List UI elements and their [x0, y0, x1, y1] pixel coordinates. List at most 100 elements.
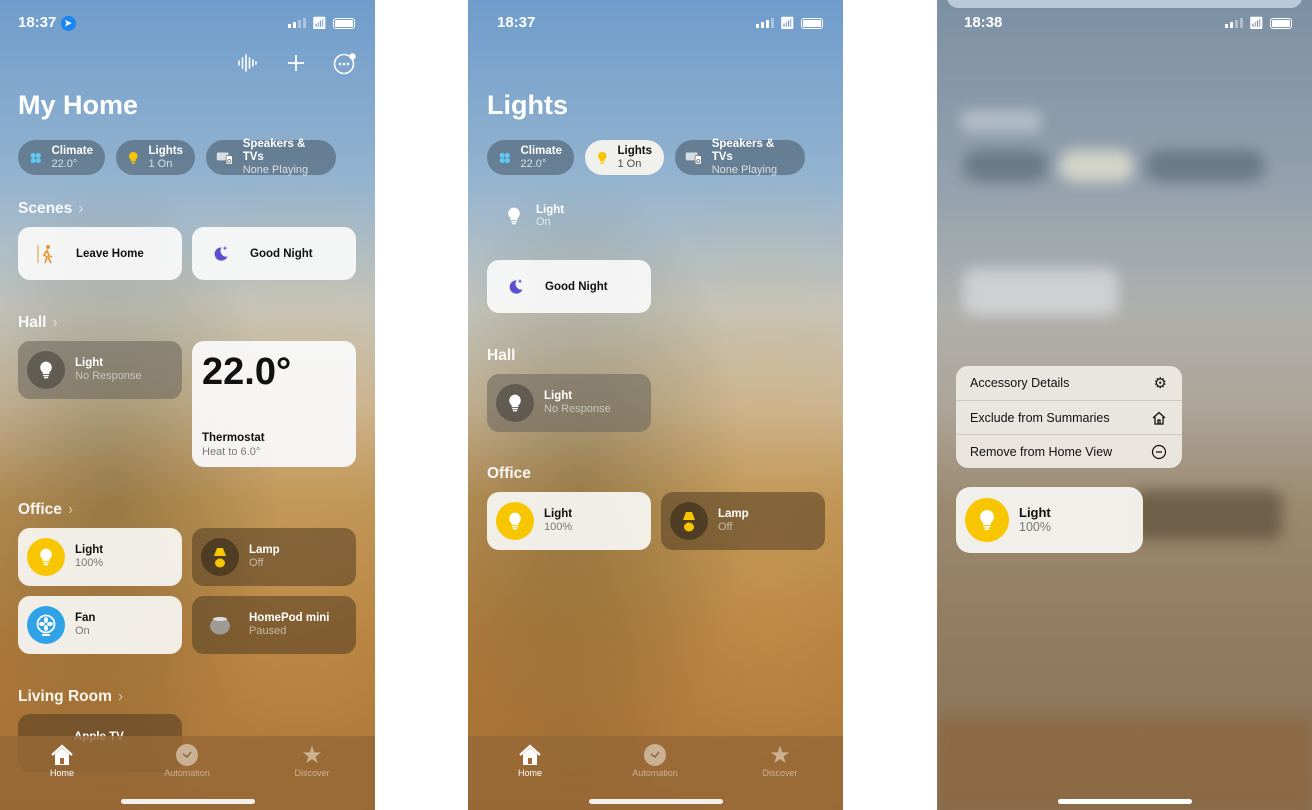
gear-icon: ⚙ [1153, 375, 1167, 392]
battery-icon [801, 17, 823, 29]
tile-office-fan[interactable]: Fan On [18, 596, 182, 654]
tab-home[interactable]: Home [17, 742, 107, 778]
blurred-scene-tile [963, 268, 1118, 316]
phone-lights-screen: 18:37 📶︎ Lights Climate 22.0° Lights 1 On … [468, 0, 843, 810]
scene-good-night[interactable]: Good Night [192, 227, 356, 280]
speaker-tv-icon [685, 148, 704, 168]
chip-value: 1 On [617, 157, 642, 170]
tab-label: Home [517, 768, 542, 778]
home-indicator[interactable] [1057, 799, 1192, 804]
tab-home[interactable]: Home [485, 742, 575, 778]
tile-status: 100% [1019, 520, 1051, 534]
tab-label: Discover [294, 768, 330, 778]
tile-hall-light[interactable]: Light No Response [18, 341, 182, 399]
tile-homepod-mini[interactable]: HomePod mini Paused [192, 596, 356, 654]
house-icon [17, 742, 107, 768]
tile-name: Light [536, 204, 565, 216]
menu-item-label: Remove from Home View [970, 444, 1113, 459]
tile-status: 100% [544, 521, 573, 533]
tile-name: Fan [75, 612, 96, 624]
tile-name: Light [75, 544, 104, 556]
bulb-icon [595, 150, 610, 166]
tab-automation[interactable]: Automation [142, 742, 232, 778]
bulb-icon [496, 384, 534, 422]
chip-lights-selected[interactable]: Lights 1 On [585, 140, 664, 175]
scene-good-night[interactable]: Good Night [487, 260, 651, 313]
section-living-room[interactable]: Living Room › [18, 688, 123, 706]
wifi-icon: 📶︎ [779, 16, 795, 30]
cellular-icon [1224, 18, 1243, 28]
tile-name: Light [75, 357, 104, 369]
menu-item-remove-from-home-view[interactable]: Remove from Home View [956, 434, 1182, 468]
tab-discover[interactable]: ★ Discover [267, 741, 357, 779]
tile-office-lamp[interactable]: Lamp Off [661, 492, 825, 550]
section-scenes[interactable]: Scenes › [18, 200, 83, 218]
section-hall[interactable]: Hall › [18, 314, 58, 332]
tab-automation[interactable]: Automation [610, 742, 700, 778]
tile-office-light[interactable]: Light 100% [18, 528, 182, 586]
tile-hall-light[interactable]: Light No Response [487, 374, 651, 432]
summary-light[interactable]: Light On [504, 203, 564, 229]
waveform-icon[interactable] [236, 52, 258, 79]
menu-item-accessory-details[interactable]: Accessory Details ⚙ [956, 366, 1182, 400]
scene-label: Leave Home [76, 247, 144, 260]
chip-value: 1 On [148, 157, 173, 170]
star-icon: ★ [769, 741, 791, 769]
house-icon [1152, 411, 1166, 425]
chip-label: Lights [148, 144, 184, 157]
blurred-title [961, 110, 1041, 132]
tile-light-lifted[interactable]: Light 100% [956, 487, 1143, 553]
phone-context-menu-screen: 18:38 📶︎ Accessory Details ⚙ Exclude from… [937, 0, 1312, 810]
plus-icon[interactable] [285, 52, 307, 79]
walking-person-icon [37, 244, 53, 263]
fan-icon [497, 149, 512, 167]
blurred-lamp-tile [1132, 490, 1282, 540]
tile-status: No Response [544, 403, 611, 415]
wifi-icon: 📶︎ [311, 16, 327, 30]
tile-office-light[interactable]: Light 100% [487, 492, 651, 550]
speaker-tv-icon [216, 148, 235, 168]
chip-climate[interactable]: Climate 22.0° [18, 140, 105, 175]
bulb-icon [965, 498, 1009, 542]
more-icon[interactable] [333, 52, 357, 81]
chip-climate[interactable]: Climate 22.0° [487, 140, 574, 175]
chip-speakers-tvs[interactable]: Speakers & TVs None Playing [675, 138, 805, 176]
menu-item-exclude-from-summaries[interactable]: Exclude from Summaries [956, 400, 1182, 434]
page-title: Lights [487, 90, 568, 120]
chip-value: None Playing [711, 164, 778, 176]
battery-icon [1270, 17, 1292, 29]
chip-speakers-tvs[interactable]: Speakers & TVs None Playing [206, 138, 336, 176]
status-time: 18:37 ➤ [18, 14, 76, 31]
status-time: 18:38 [964, 14, 1003, 31]
chip-lights[interactable]: Lights 1 On [116, 140, 195, 175]
menu-item-label: Accessory Details [970, 376, 1070, 390]
scene-label: Good Night [545, 280, 608, 293]
phone-home-screen: 18:37 ➤ 📶︎ My Home Climate 22.0° Lights 1 … [0, 0, 375, 810]
section-office: Office [487, 465, 531, 482]
bulb-icon [27, 538, 65, 576]
tile-status: On [536, 216, 551, 228]
bulb-icon [504, 203, 524, 229]
tab-discover[interactable]: ★ Discover [735, 741, 825, 779]
chip-label: Speakers & TVs [242, 138, 306, 163]
section-office[interactable]: Office › [18, 501, 73, 519]
tile-status: No Response [75, 370, 142, 382]
scene-leave-home[interactable]: Leave Home [18, 227, 182, 280]
star-icon: ★ [301, 741, 323, 769]
blurred-tab-bar [937, 718, 1312, 810]
wifi-icon: 📶︎ [1248, 16, 1264, 30]
moon-icon [210, 244, 230, 264]
tile-thermostat[interactable]: 22.0° Thermostat Heat to 6.0° [192, 341, 356, 467]
tile-name: Light [544, 390, 573, 402]
section-title: Hall [18, 314, 47, 331]
blurred-chip [963, 150, 1048, 182]
bulb-icon [126, 150, 141, 166]
home-indicator[interactable] [120, 799, 255, 804]
home-indicator[interactable] [588, 799, 723, 804]
tile-office-lamp[interactable]: Lamp Off [192, 528, 356, 586]
chevron-right-icon: › [117, 688, 124, 705]
homepod-icon [201, 606, 239, 644]
tab-label: Automation [632, 768, 678, 778]
chip-label: Climate [520, 144, 562, 157]
tile-status: Heat to 6.0° [202, 446, 261, 458]
